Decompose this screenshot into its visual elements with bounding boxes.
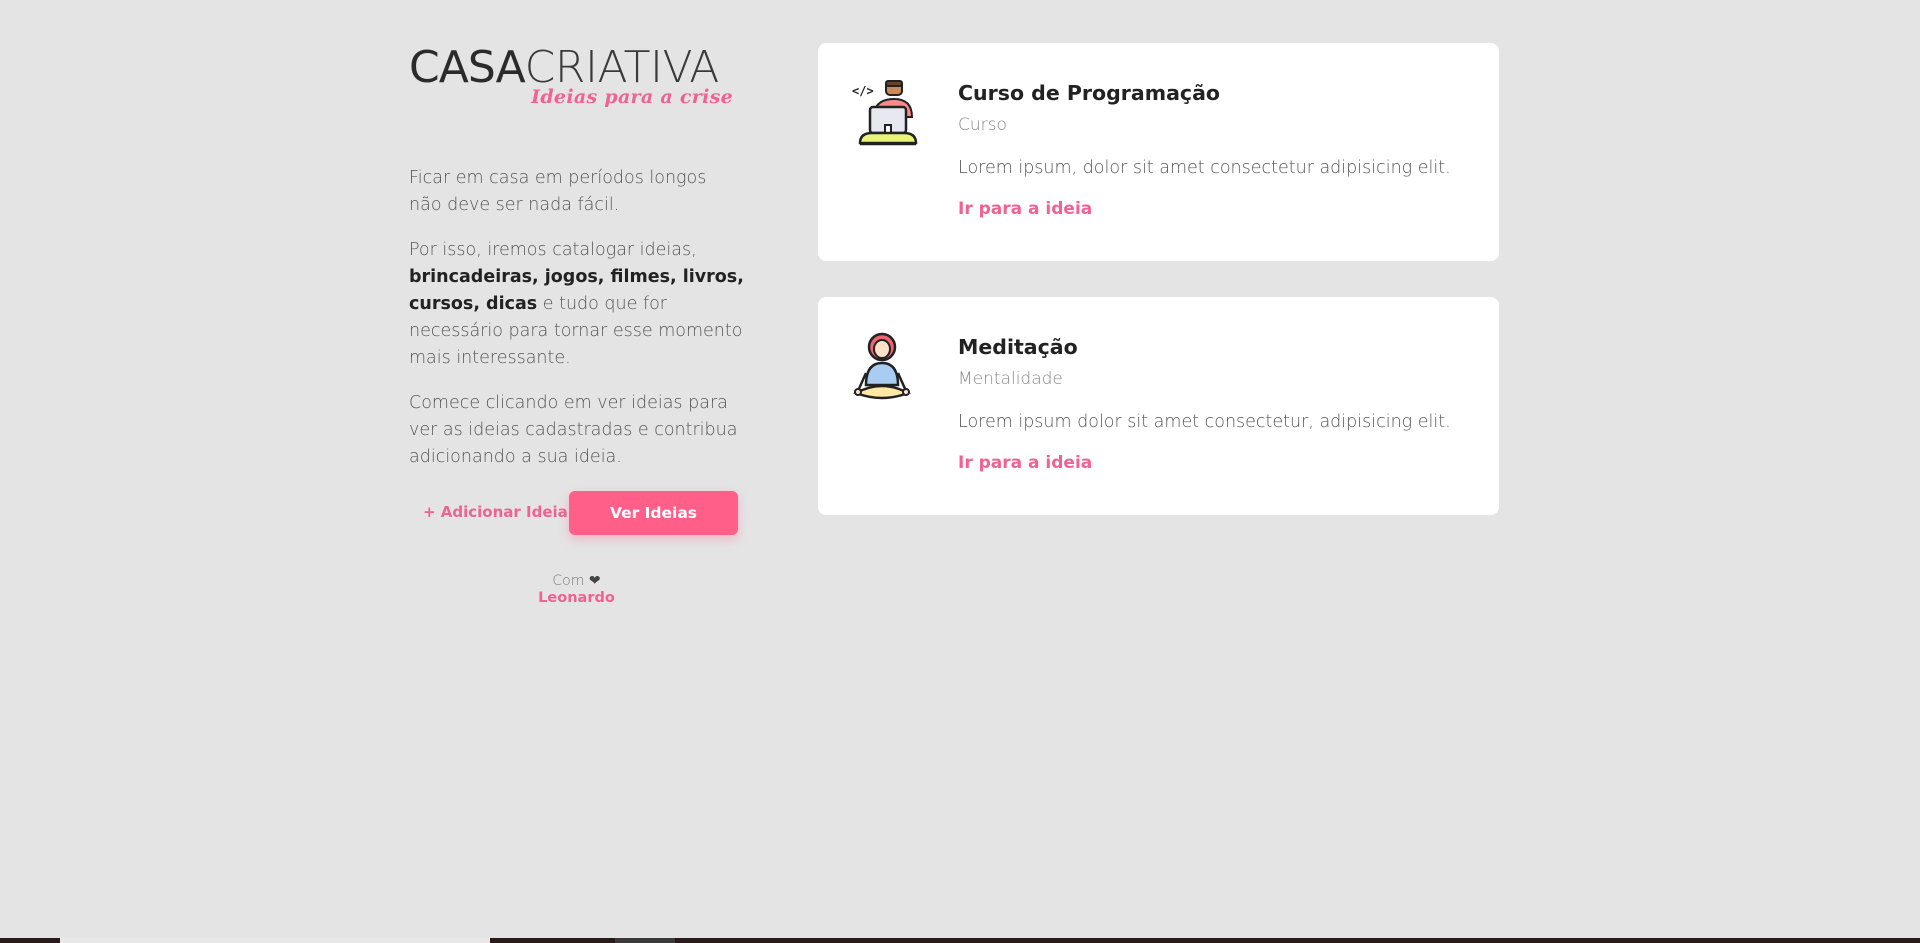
idea-description: Lorem ipsum dolor sit amet consectetur, … [958, 412, 1451, 432]
heart-icon: ❤ [588, 573, 601, 589]
view-ideas-button[interactable]: Ver Ideias [569, 491, 738, 535]
idea-card: Meditação Mentalidade Lorem ipsum dolor … [818, 297, 1499, 515]
credit: Com ❤ Leonardo [409, 573, 744, 606]
idea-description: Lorem ipsum, dolor sit amet consectetur … [958, 158, 1451, 178]
add-idea-button[interactable]: + Adicionar Ideia [423, 503, 568, 521]
bottom-strip-segment [615, 938, 675, 943]
idea-cards: </> Curso de Programação Curso Lorem ips… [818, 43, 1499, 551]
go-to-idea-link[interactable]: Ir para a ideia [958, 199, 1092, 219]
credit-prefix: Com [552, 573, 585, 589]
idea-category: Mentalidade [958, 369, 1063, 389]
page: CASACRIATIVA Ideias para a crise Ficar e… [0, 0, 1920, 943]
bottom-strip-segment [60, 938, 490, 943]
idea-title: Meditação [958, 335, 1078, 359]
logo-tagline: Ideias para a crise [531, 86, 733, 108]
idea-title: Curso de Programação [958, 81, 1220, 105]
logo-casa: CASA [409, 42, 526, 93]
idea-card: </> Curso de Programação Curso Lorem ips… [818, 43, 1499, 261]
intro-text: Ficar em casa em períodos longos não dev… [409, 165, 744, 471]
intro-paragraph-2-start: Por isso, iremos catalogar ideias, [409, 240, 697, 260]
go-to-idea-link[interactable]: Ir para a ideia [958, 453, 1092, 473]
credit-author-link[interactable]: Leonardo [409, 590, 744, 606]
intro-paragraph-3: Comece clicando em ver ideias para ver a… [409, 393, 738, 467]
svg-text:</>: </> [852, 84, 874, 98]
logo: CASACRIATIVA Ideias para a crise [409, 40, 739, 112]
bottom-taskbar-strip [0, 938, 1920, 943]
idea-card-content: Meditação Mentalidade Lorem ipsum dolor … [958, 333, 1479, 473]
meditation-icon [852, 331, 924, 403]
programmer-icon: </> [852, 77, 924, 149]
idea-category: Curso [958, 115, 1007, 135]
action-buttons: + Adicionar Ideia Ver Ideias [409, 491, 744, 536]
intro-column: CASACRIATIVA Ideias para a crise Ficar e… [409, 40, 744, 536]
intro-paragraph-1: Ficar em casa em períodos longos não dev… [409, 168, 707, 215]
intro-paragraph-2: Por isso, iremos catalogar ideias, brinc… [409, 237, 744, 372]
idea-card-content: Curso de Programação Curso Lorem ipsum, … [958, 79, 1479, 219]
